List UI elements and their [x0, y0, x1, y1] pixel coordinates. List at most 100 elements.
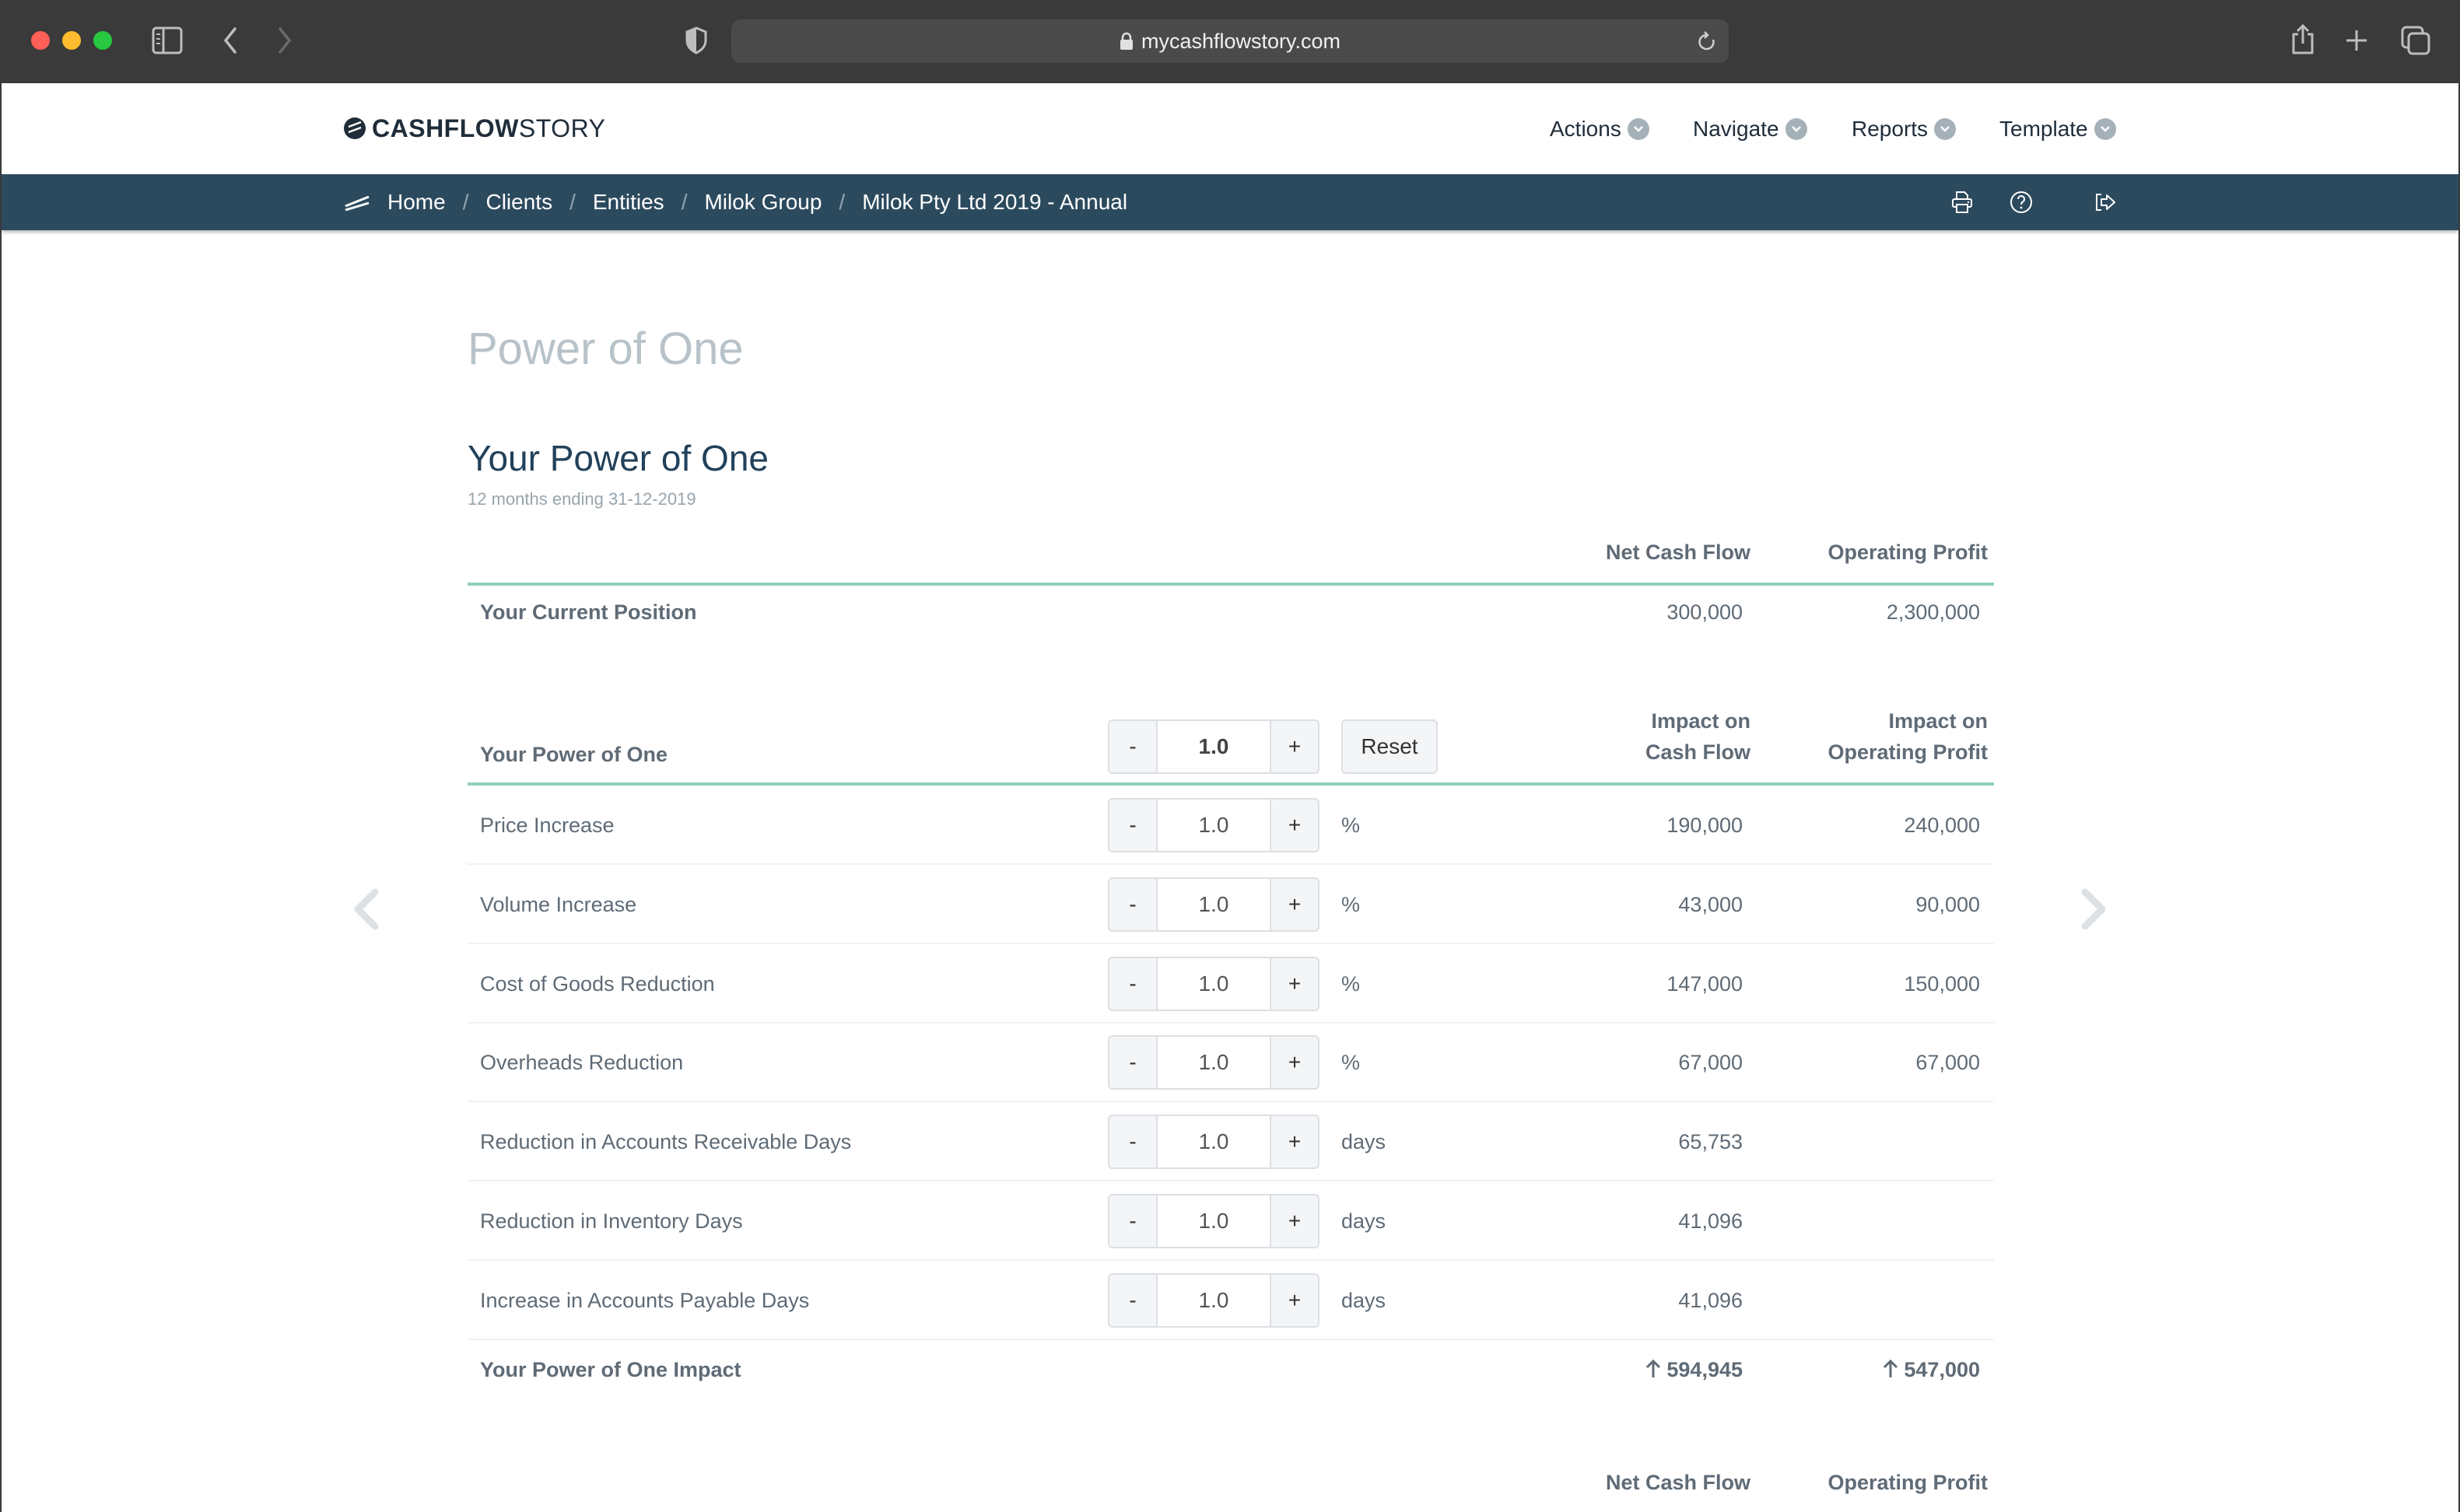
decrement-button[interactable]: - [1109, 1195, 1156, 1247]
breadcrumb: Home / Clients / Entities / Milok Group … [344, 174, 1127, 230]
decrement-button[interactable]: - [1109, 1116, 1156, 1168]
unit-label: % [1341, 971, 1361, 996]
column-header-impact-operating-profit: Impact on Operating Profit [1677, 705, 1988, 768]
lock-icon [1120, 32, 1133, 50]
forward-icon[interactable] [275, 26, 294, 54]
previous-slide-arrow-icon[interactable] [344, 883, 391, 945]
address-bar[interactable]: mycashflowstory.com [731, 19, 1729, 63]
value-input[interactable]: 1.0 [1156, 957, 1271, 1010]
menu-label: Actions [1550, 117, 1621, 141]
impact-operating-profit-cell: 150,000 [1904, 971, 1980, 996]
increment-button[interactable]: + [1271, 1274, 1318, 1326]
logout-icon[interactable] [2093, 190, 2118, 215]
chevron-down-icon [2094, 118, 2116, 140]
increment-button[interactable]: + [1271, 957, 1318, 1010]
master-increment-button[interactable]: + [1271, 721, 1318, 772]
increment-button[interactable]: + [1271, 878, 1318, 930]
breadcrumb-clients[interactable]: Clients [485, 190, 552, 215]
menu-template[interactable]: Template [1999, 113, 2116, 145]
row-stepper: - 1.0 + [1108, 798, 1319, 852]
page-title: Power of One [468, 324, 744, 374]
row-stepper: - 1.0 + [1108, 1035, 1319, 1090]
value-input[interactable]: 1.0 [1156, 1116, 1271, 1168]
close-window-button[interactable] [31, 31, 50, 50]
breadcrumb-current-entity[interactable]: Milok Pty Ltd 2019 - Annual [862, 190, 1127, 215]
url-field[interactable]: mycashflowstory.com [731, 19, 1729, 63]
maximize-window-button[interactable] [93, 31, 112, 50]
new-tab-icon[interactable] [2344, 28, 2369, 53]
unit-label: % [1341, 892, 1361, 916]
increment-button[interactable]: + [1271, 1116, 1318, 1168]
impact-cash-flow-cell: 65,753 [1678, 1130, 1743, 1154]
cashflowstory-logo[interactable]: CASHFLOWSTORY [344, 113, 605, 144]
home-logo-icon[interactable] [344, 194, 372, 211]
decrement-button[interactable]: - [1109, 878, 1156, 930]
row-divider [468, 942, 1994, 944]
power-header-divider [468, 782, 1994, 786]
share-icon[interactable] [2290, 23, 2315, 56]
menu-label: Template [1999, 117, 2088, 141]
master-decrement-button[interactable]: - [1109, 721, 1156, 772]
breadcrumb-bar: Home / Clients / Entities / Milok Group … [2, 174, 2458, 230]
minimize-window-button[interactable] [62, 31, 81, 50]
impact-operating-profit-value: 547,000 [1904, 1358, 1980, 1381]
impact-cash-flow-cell: 41,096 [1678, 1288, 1743, 1312]
value-input[interactable]: 1.0 [1156, 800, 1271, 851]
increment-button[interactable]: + [1271, 1037, 1318, 1089]
row-divider [468, 1259, 1994, 1261]
header-line: Operating Profit [1827, 740, 1988, 764]
section-title: Your Power of One [468, 438, 769, 478]
master-value-input[interactable]: 1.0 [1156, 721, 1271, 772]
decrement-button[interactable]: - [1109, 800, 1156, 851]
menu-label: Reports [1852, 117, 1929, 141]
row-stepper: - 1.0 + [1108, 1194, 1319, 1248]
increment-button[interactable]: + [1271, 1195, 1318, 1247]
back-icon[interactable] [221, 26, 240, 54]
menu-reports[interactable]: Reports [1852, 113, 1957, 145]
decrement-button[interactable]: - [1109, 1037, 1156, 1089]
logo-text-bold: CASHFLOW [372, 114, 519, 142]
breadcrumb-home[interactable]: Home [387, 190, 446, 215]
row-label: Reduction in Inventory Days [480, 1209, 743, 1233]
current-position-label: Your Current Position [480, 600, 697, 624]
arrow-up-icon [1646, 1359, 1661, 1377]
breadcrumb-milok-group[interactable]: Milok Group [704, 190, 822, 215]
privacy-shield-icon[interactable] [685, 26, 708, 54]
unit-label: % [1341, 814, 1361, 837]
menu-label: Navigate [1693, 117, 1779, 141]
sidebar-toggle-icon[interactable] [152, 26, 183, 54]
decrement-button[interactable]: - [1109, 957, 1156, 1010]
value-input[interactable]: 1.0 [1156, 1037, 1271, 1089]
breadcrumb-separator: / [462, 190, 469, 214]
row-stepper: - 1.0 + [1108, 1115, 1319, 1170]
value-input[interactable]: 1.0 [1156, 1274, 1271, 1326]
breadcrumb-separator: / [569, 190, 576, 214]
increment-button[interactable]: + [1271, 800, 1318, 851]
reset-button[interactable]: Reset [1341, 719, 1438, 774]
menu-actions[interactable]: Actions [1550, 113, 1649, 145]
next-slide-arrow-icon[interactable] [2069, 883, 2116, 945]
logo-text-light: STORY [518, 114, 606, 142]
tab-overview-icon[interactable] [2401, 26, 2430, 55]
value-input[interactable]: 1.0 [1156, 878, 1271, 930]
print-icon[interactable] [1950, 190, 1975, 215]
decrement-button[interactable]: - [1109, 1274, 1156, 1326]
breadcrumb-separator: / [839, 190, 846, 214]
breadcrumb-separator: / [681, 190, 688, 214]
help-icon[interactable] [2009, 190, 2034, 215]
row-label: Cost of Goods Reduction [480, 971, 715, 996]
header-line: Impact on [1888, 709, 1988, 733]
row-stepper: - 1.0 + [1108, 956, 1319, 1011]
breadcrumb-entities[interactable]: Entities [593, 190, 664, 215]
url-text: mycashflowstory.com [1141, 30, 1341, 53]
value-input[interactable]: 1.0 [1156, 1195, 1271, 1247]
impact-operating-profit-cell: 67,000 [1915, 1051, 1980, 1075]
unit-label: days [1341, 1130, 1386, 1154]
master-stepper: - 1.0 + [1108, 719, 1319, 774]
impact-operating-profit: 547,000 [1669, 1354, 1980, 1385]
reload-icon[interactable] [1696, 30, 1718, 54]
row-label: Price Increase [480, 814, 615, 837]
impact-cash-flow-cell: 41,096 [1678, 1209, 1743, 1233]
menu-navigate[interactable]: Navigate [1693, 113, 1807, 145]
row-label: Overheads Reduction [480, 1051, 684, 1075]
